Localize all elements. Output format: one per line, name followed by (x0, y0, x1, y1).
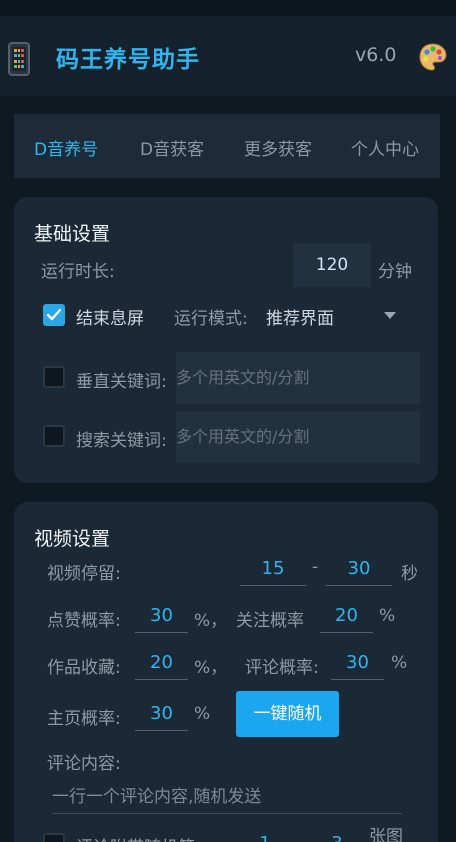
runtime-unit: 分钟 (378, 262, 412, 282)
follow-rate-label: 关注概率 (236, 611, 304, 631)
stay-unit: 秒 (401, 564, 418, 584)
tab-more-huoke[interactable]: 更多获客 (244, 135, 312, 160)
like-rate-unit: %， (194, 611, 228, 631)
stay-min-input[interactable]: 15 (240, 558, 306, 586)
stay-max-input[interactable]: 30 (326, 558, 392, 586)
basic-settings-card: 基础设置 运行时长: 120 分钟 结束息屏 运行模式: 推荐界面 垂直关键词:… (14, 197, 438, 483)
mode-select[interactable]: 推荐界面 (266, 304, 334, 329)
video-settings-title: 视频设置 (34, 528, 111, 550)
tab-personal-center[interactable]: 个人中心 (351, 135, 419, 160)
status-strip (0, 0, 456, 16)
palette-icon[interactable] (418, 42, 448, 72)
collect-rate-input[interactable]: 20 (135, 652, 188, 680)
app-header: 码王养号助手 v6.0 (0, 16, 456, 96)
mode-label: 运行模式: (174, 309, 248, 329)
attach-max-input[interactable]: 3 (312, 833, 362, 842)
phone-app-icon (8, 42, 30, 76)
home-rate-input[interactable]: 30 (135, 703, 188, 731)
stay-separator: - (312, 557, 319, 577)
comment-rate-input[interactable]: 30 (331, 652, 384, 680)
vertical-keyword-label: 垂直关键词: (76, 372, 167, 392)
lock-screen-checkbox[interactable] (43, 304, 65, 326)
chevron-down-icon[interactable] (384, 312, 396, 319)
video-settings-card: 视频设置 视频停留: 15 - 30 秒 点赞概率: 30 %， 关注概率 20… (14, 502, 438, 842)
comment-content-input[interactable]: 一行一个评论内容,随机发送 (52, 782, 402, 814)
comment-rate-unit: % (391, 653, 408, 673)
like-rate-label: 点赞概率: (47, 611, 121, 631)
app-title: 码王养号助手 (56, 47, 200, 73)
collect-rate-unit: %， (194, 658, 228, 678)
runtime-input[interactable]: 120 (293, 243, 371, 287)
attach-image-label: 评论附带随机第 (76, 833, 195, 842)
follow-rate-input[interactable]: 20 (320, 605, 373, 633)
like-rate-input[interactable]: 30 (135, 605, 188, 633)
stay-label: 视频停留: (47, 564, 121, 584)
tab-d-huoke[interactable]: D音获客 (140, 135, 204, 160)
attach-unit: 张图 (369, 827, 403, 842)
vertical-keyword-checkbox[interactable] (43, 366, 65, 388)
vertical-keyword-input[interactable]: 多个用英文的/分割 (176, 352, 420, 404)
comment-content-label: 评论内容: (47, 754, 121, 774)
search-keyword-checkbox[interactable] (43, 425, 65, 447)
main-tabs: D音养号 D音获客 更多获客 个人中心 (14, 114, 440, 178)
attach-separator: - (300, 833, 306, 842)
comment-rate-label: 评论概率: (245, 658, 319, 678)
home-rate-unit: % (194, 704, 211, 724)
follow-rate-unit: % (379, 606, 396, 626)
home-rate-label: 主页概率: (47, 709, 121, 729)
random-fill-button[interactable]: 一键随机 (236, 691, 339, 737)
collect-rate-label: 作品收藏: (47, 658, 121, 678)
search-keyword-label: 搜索关键词: (76, 431, 167, 451)
basic-settings-title: 基础设置 (34, 223, 111, 245)
version-label: v6.0 (355, 44, 397, 66)
runtime-label: 运行时长: (41, 262, 115, 282)
tab-d-yanghao[interactable]: D音养号 (34, 135, 98, 160)
attach-min-input[interactable]: 1 (240, 833, 290, 842)
lock-screen-label: 结束息屏 (76, 309, 144, 329)
check-icon (46, 308, 62, 321)
search-keyword-input[interactable]: 多个用英文的/分割 (176, 411, 420, 463)
attach-image-checkbox[interactable] (43, 833, 65, 842)
